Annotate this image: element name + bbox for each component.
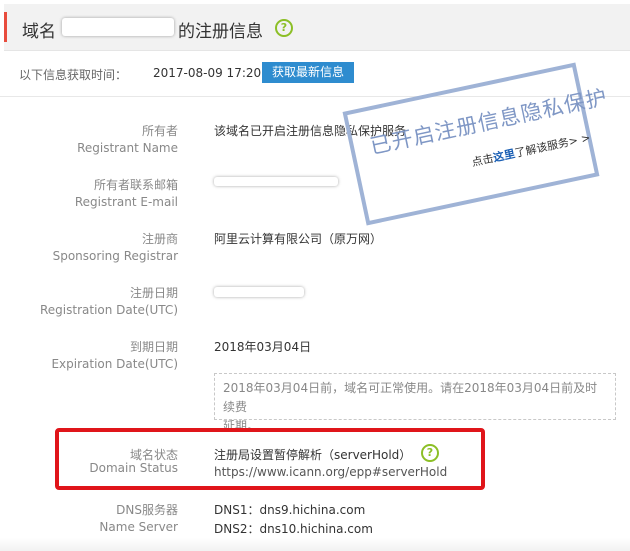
stamp-link-suffix: 了解该服务> > [513, 131, 592, 160]
registration-date-label-cn: 注册日期 [129, 286, 178, 300]
registrar-label-en: Sponsoring Registrar [52, 249, 178, 263]
dns1-value: DNS1：dns9.hichina.com [214, 503, 366, 517]
status-help-icon[interactable]: ? [421, 444, 439, 462]
bottom-edge [0, 538, 630, 551]
status-icann-link[interactable]: https://www.icann.org/epp#serverHold [214, 465, 447, 479]
fetch-time-label: 以下信息获取时间： [19, 68, 128, 82]
registration-date-label-en: Registration Date(UTC) [39, 303, 178, 317]
expiration-date-value: 2018年03月04日 [214, 340, 312, 354]
registrant-label-cn: 所有者 [141, 124, 178, 138]
stamp-link-prefix: 点击 [470, 151, 495, 170]
registrar-label-cn: 注册商 [141, 232, 178, 246]
renewal-note-line1: 2018年03月04日前，域名可正常使用。请在2018年03月04日前及时续费 [223, 381, 598, 414]
renewal-note: 2018年03月04日前，域名可正常使用。请在2018年03月04日前及时续费 … [214, 373, 616, 433]
email-label-cn: 所有者联系邮箱 [93, 178, 178, 192]
page-header: 域名 的注册信息 ? [4, 4, 630, 51]
refresh-info-button[interactable]: 获取最新信息 [262, 62, 354, 83]
redacted-email [214, 177, 338, 186]
status-value: 注册局设置暂停解析（serverHold） [214, 448, 412, 462]
email-label-en: Registrant E-mail [74, 195, 178, 209]
dns-label-cn: DNS服务器 [116, 503, 178, 517]
header-suffix: 的注册信息 [178, 22, 263, 42]
expiration-date-label-cn: 到期日期 [129, 340, 178, 354]
stamp-link-here[interactable]: 这里 [492, 147, 516, 164]
header-accent-bar [4, 12, 7, 42]
help-icon[interactable]: ? [275, 19, 293, 37]
registrant-label-en: Registrant Name [77, 141, 178, 155]
registrar-value: 阿里云计算有限公司（原万网） [214, 232, 383, 246]
status-label-en: Domain Status [89, 461, 178, 475]
expiration-date-label-en: Expiration Date(UTC) [51, 357, 178, 371]
header-prefix: 域名 [22, 22, 56, 42]
dns2-value: DNS2：dns10.hichina.com [214, 522, 373, 536]
redacted-domain [62, 18, 174, 36]
dns-label-en: Name Server [99, 520, 178, 534]
redacted-registration-date [214, 287, 304, 297]
